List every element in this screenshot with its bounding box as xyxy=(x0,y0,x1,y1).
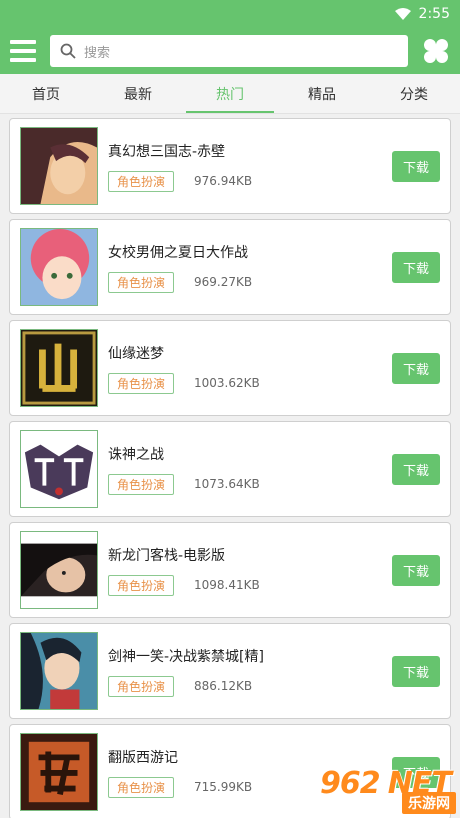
download-button[interactable]: 下载 xyxy=(392,655,440,687)
game-title: 翻版西游记 xyxy=(108,749,178,766)
search-icon xyxy=(60,43,76,59)
watermark-dot: . xyxy=(379,771,389,799)
game-thumbnail xyxy=(20,531,98,609)
wifi-icon xyxy=(394,8,411,20)
game-thumbnail xyxy=(20,430,98,508)
game-thumbnail xyxy=(20,228,98,306)
tab-featured[interactable]: 精品 xyxy=(276,74,368,113)
status-bar: 2:55 xyxy=(0,0,460,28)
watermark-main: 962 xyxy=(320,766,381,801)
tab-bar: 首页 最新 热门 精品 分类 xyxy=(0,74,460,114)
game-thumbnail xyxy=(20,329,98,407)
list-item[interactable]: 新龙门客栈-电影版 角色扮演 1098.41KB 下载 xyxy=(9,522,451,618)
game-thumbnail xyxy=(20,632,98,710)
file-size: 886.12KB xyxy=(194,679,253,693)
list-item[interactable]: 剑神一笑-决战紫禁城[精] 角色扮演 886.12KB 下载 xyxy=(9,623,451,719)
tab-hot[interactable]: 热门 xyxy=(184,74,276,113)
file-size: 1073.64KB xyxy=(194,477,260,491)
file-size: 1098.41KB xyxy=(194,578,260,592)
list-item[interactable]: 诛神之战 角色扮演 1073.64KB 下载 xyxy=(9,421,451,517)
download-button[interactable]: 下载 xyxy=(392,352,440,384)
game-thumbnail xyxy=(20,127,98,205)
game-title: 剑神一笑-决战紫禁城[精] xyxy=(108,648,264,665)
list-item[interactable]: 仙缘迷梦 角色扮演 1003.62KB 下载 xyxy=(9,320,451,416)
file-size: 1003.62KB xyxy=(194,376,260,390)
search-input[interactable]: 搜索 xyxy=(50,35,408,67)
list-item[interactable]: 女校男佣之夏日大作战 角色扮演 969.27KB 下载 xyxy=(9,219,451,315)
download-button[interactable]: 下载 xyxy=(392,554,440,586)
genre-tag: 角色扮演 xyxy=(108,372,175,394)
game-list: 真幻想三国志-赤壁 角色扮演 976.94KB 下载 女校男佣之夏日大作战 角色… xyxy=(0,114,460,818)
tab-category[interactable]: 分类 xyxy=(368,74,460,113)
game-title: 真幻想三国志-赤壁 xyxy=(108,143,226,160)
genre-tag: 角色扮演 xyxy=(108,675,175,697)
game-thumbnail xyxy=(20,733,98,811)
genre-tag: 角色扮演 xyxy=(108,170,175,192)
download-button[interactable]: 下载 xyxy=(392,251,440,283)
genre-tag: 角色扮演 xyxy=(108,473,175,495)
search-placeholder: 搜索 xyxy=(84,45,111,61)
tab-home[interactable]: 首页 xyxy=(0,74,92,113)
genre-tag: 角色扮演 xyxy=(108,271,175,293)
file-size: 976.94KB xyxy=(194,174,253,188)
menu-icon[interactable] xyxy=(10,40,36,62)
watermark-sub: 乐游网 xyxy=(402,792,456,814)
watermark-logo: 962.NET 乐游网 xyxy=(320,766,456,814)
game-title: 新龙门客栈-电影版 xyxy=(108,547,226,564)
file-size: 715.99KB xyxy=(194,780,253,794)
download-button[interactable]: 下载 xyxy=(392,453,440,485)
file-size: 969.27KB xyxy=(194,275,253,289)
game-title: 女校男佣之夏日大作战 xyxy=(108,244,248,261)
app-header: 搜索 xyxy=(0,28,460,74)
game-title: 仙缘迷梦 xyxy=(108,345,164,362)
genre-tag: 角色扮演 xyxy=(108,574,175,596)
download-button[interactable]: 下载 xyxy=(392,150,440,182)
list-item[interactable]: 真幻想三国志-赤壁 角色扮演 976.94KB 下载 xyxy=(9,118,451,214)
tab-latest[interactable]: 最新 xyxy=(92,74,184,113)
genre-tag: 角色扮演 xyxy=(108,776,175,798)
game-title: 诛神之战 xyxy=(108,446,164,463)
status-time: 2:55 xyxy=(418,6,450,22)
clover-icon[interactable] xyxy=(422,37,450,65)
